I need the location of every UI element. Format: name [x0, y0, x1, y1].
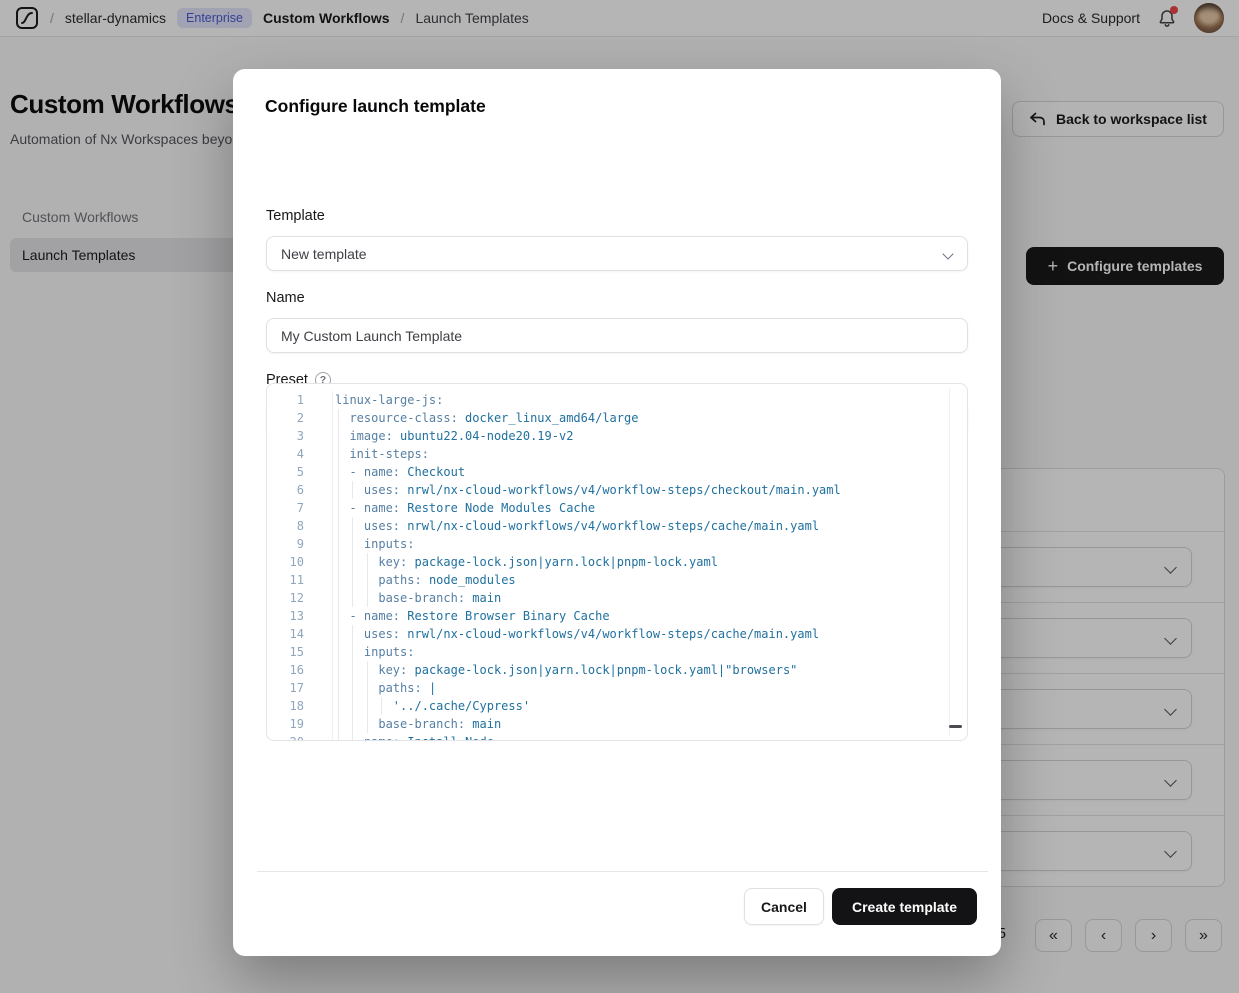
template-label: Template — [266, 208, 325, 224]
code-line: 1linux-large-js: — [267, 391, 967, 409]
editor-scrollbar-track — [949, 388, 950, 736]
code-line: 8 uses: nrwl/nx-cloud-workflows/v4/workf… — [267, 517, 967, 535]
name-input[interactable] — [266, 318, 968, 353]
chevron-down-icon — [942, 248, 953, 259]
code-line: 5 - name: Checkout — [267, 463, 967, 481]
code-line: 2 resource-class: docker_linux_amd64/lar… — [267, 409, 967, 427]
footer-divider — [257, 871, 988, 872]
cancel-button[interactable]: Cancel — [744, 888, 824, 925]
code-line: 15 inputs: — [267, 643, 967, 661]
code-line: 13 - name: Restore Browser Binary Cache — [267, 607, 967, 625]
code-line: 3 image: ubuntu22.04-node20.19-v2 — [267, 427, 967, 445]
template-select-value: New template — [281, 246, 367, 262]
code-line: 4 init-steps: — [267, 445, 967, 463]
editor-scrollbar-thumb[interactable] — [949, 725, 962, 728]
yaml-editor[interactable]: 1linux-large-js:2 resource-class: docker… — [266, 383, 968, 741]
code-line: 12 base-branch: main — [267, 589, 967, 607]
code-line: 14 uses: nrwl/nx-cloud-workflows/v4/work… — [267, 625, 967, 643]
code-line: 20 name: Install Node — [267, 733, 967, 741]
code-line: 16 key: package-lock.json|yarn.lock|pnpm… — [267, 661, 967, 679]
code-line: 7 - name: Restore Node Modules Cache — [267, 499, 967, 517]
modal-title: Configure launch template — [265, 96, 486, 117]
name-label: Name — [266, 290, 305, 306]
template-select[interactable]: New template — [266, 236, 968, 271]
configure-launch-template-modal: Configure launch template Template New t… — [233, 69, 1001, 956]
code-line: 11 paths: node_modules — [267, 571, 967, 589]
create-template-button[interactable]: Create template — [832, 888, 977, 925]
code-line: 17 paths: | — [267, 679, 967, 697]
code-line: 6 uses: nrwl/nx-cloud-workflows/v4/workf… — [267, 481, 967, 499]
code-line: 18 '../.cache/Cypress' — [267, 697, 967, 715]
code-line: 19 base-branch: main — [267, 715, 967, 733]
modal-footer: Cancel Create template — [744, 888, 977, 925]
code-line: 10 key: package-lock.json|yarn.lock|pnpm… — [267, 553, 967, 571]
code-line: 9 inputs: — [267, 535, 967, 553]
